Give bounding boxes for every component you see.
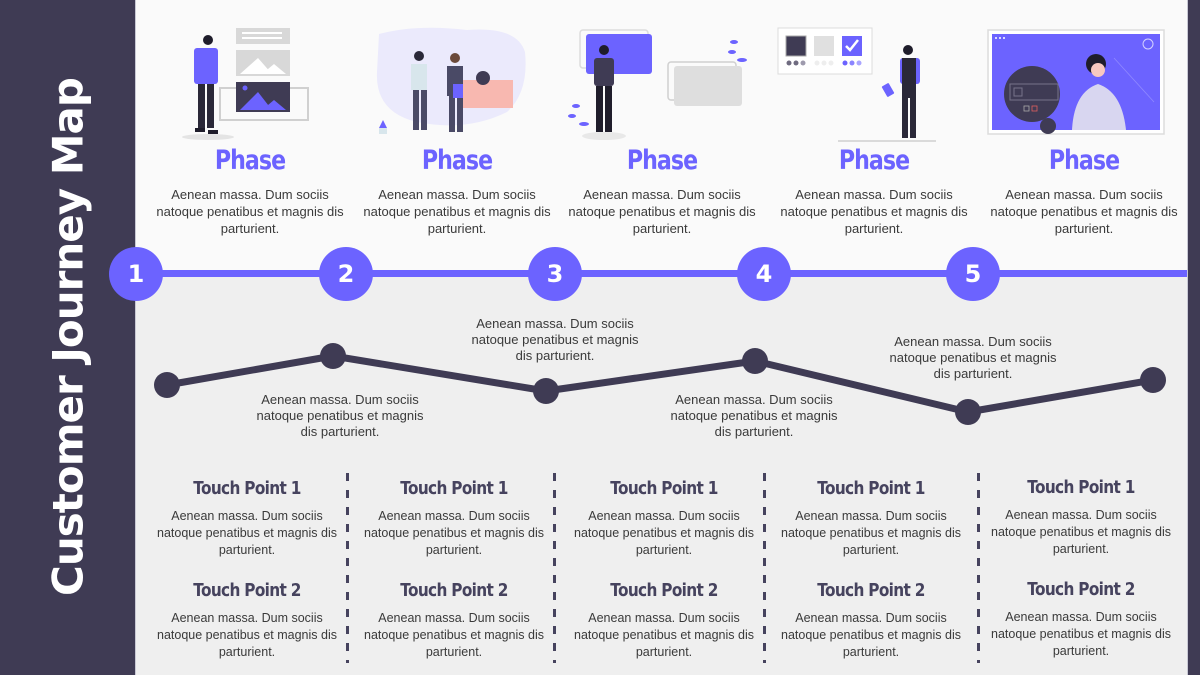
phase-title: Phase <box>626 145 698 176</box>
column-divider <box>763 473 766 663</box>
touchpoint-description: Aenean massa. Dum sociis natoque penatib… <box>157 611 337 659</box>
person-viewing-screens-icon <box>568 29 747 140</box>
touchpoint-description: Aenean massa. Dum sociis natoque penatib… <box>991 610 1171 658</box>
phase-title: Phase <box>1048 145 1120 176</box>
touchpoint-title: Touch Point 1 <box>400 478 508 499</box>
touchpoint-title: Touch Point 2 <box>1027 579 1135 600</box>
step-marker-4: 4 <box>737 247 791 301</box>
journey-label-3: Aenean massa. Dum sociis natoque penatib… <box>670 392 838 439</box>
step-marker-2: 2 <box>319 247 373 301</box>
step-marker-1: 1 <box>109 247 163 301</box>
presenter-video-screen-icon <box>987 29 1165 135</box>
touchpoint-description: Aenean massa. Dum sociis natoque penatib… <box>574 509 754 557</box>
phase-description: Aenean massa. Dum sociis natoque penatib… <box>780 187 968 236</box>
touchpoint-title: Touch Point 2 <box>193 580 301 601</box>
step-marker-3: 3 <box>528 247 582 301</box>
column-divider <box>977 473 980 663</box>
person-choosing-options-icon <box>777 27 936 142</box>
journey-label-2: Aenean massa. Dum sociis natoque penatib… <box>471 316 639 363</box>
touchpoint-column-1: Touch Point 1 Aenean massa. Dum sociis n… <box>147 478 347 668</box>
page-title: Customer Journey Map <box>43 78 93 596</box>
step-marker-5: 5 <box>946 247 1000 301</box>
phase-title: Phase <box>214 145 286 176</box>
touchpoint-title: Touch Point 1 <box>817 478 925 499</box>
touchpoint-column-5: Touch Point 1 Aenean massa. Dum sociis n… <box>981 477 1181 667</box>
phase-description: Aenean massa. Dum sociis natoque penatib… <box>363 187 551 236</box>
column-divider <box>346 473 349 663</box>
touchpoint-title: Touch Point 1 <box>1027 477 1135 498</box>
touchpoint-column-4: Touch Point 1 Aenean massa. Dum sociis n… <box>771 478 971 668</box>
title-sidebar: Customer Journey Map <box>0 0 136 675</box>
touchpoint-description: Aenean massa. Dum sociis natoque penatib… <box>574 611 754 659</box>
phase-description: Aenean massa. Dum sociis natoque penatib… <box>990 187 1178 236</box>
phase-description: Aenean massa. Dum sociis natoque penatib… <box>156 187 344 236</box>
touchpoint-title: Touch Point 1 <box>193 478 301 499</box>
right-edge-strip <box>1187 0 1200 675</box>
touchpoint-description: Aenean massa. Dum sociis natoque penatib… <box>991 508 1171 556</box>
touchpoint-description: Aenean massa. Dum sociis natoque penatib… <box>364 611 544 659</box>
phase-title: Phase <box>838 145 910 176</box>
touchpoint-title: Touch Point 2 <box>610 580 718 601</box>
touchpoint-column-3: Touch Point 1 Aenean massa. Dum sociis n… <box>564 478 764 668</box>
touchpoint-column-2: Touch Point 1 Aenean massa. Dum sociis n… <box>354 478 554 668</box>
phase-timeline-line <box>136 270 1187 277</box>
person-with-image-gallery-icon <box>182 28 309 140</box>
phase-description: Aenean massa. Dum sociis natoque penatib… <box>568 187 756 236</box>
touchpoint-description: Aenean massa. Dum sociis natoque penatib… <box>781 611 961 659</box>
business-handshake-icon <box>376 27 526 134</box>
journey-label-4: Aenean massa. Dum sociis natoque penatib… <box>889 334 1057 381</box>
touchpoint-description: Aenean massa. Dum sociis natoque penatib… <box>781 509 961 557</box>
touchpoint-title: Touch Point 2 <box>400 580 508 601</box>
touchpoint-description: Aenean massa. Dum sociis natoque penatib… <box>364 509 544 557</box>
phase-title: Phase <box>421 145 493 176</box>
column-divider <box>553 473 556 663</box>
touchpoint-title: Touch Point 1 <box>610 478 718 499</box>
touchpoint-description: Aenean massa. Dum sociis natoque penatib… <box>157 509 337 557</box>
journey-label-1: Aenean massa. Dum sociis natoque penatib… <box>256 392 424 439</box>
touchpoint-title: Touch Point 2 <box>817 580 925 601</box>
